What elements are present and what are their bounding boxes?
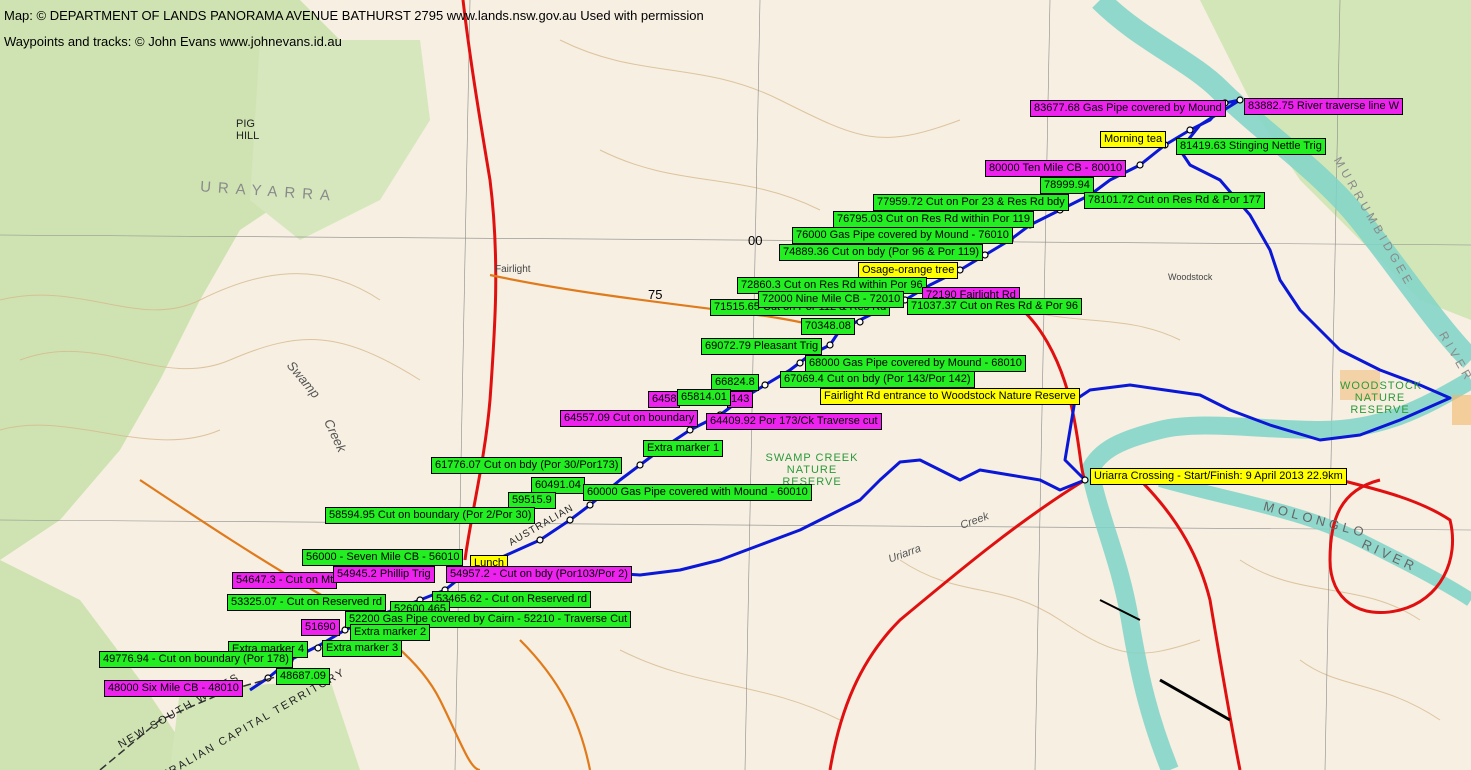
waypoint-83677[interactable]: 83677.68 Gas Pipe covered by Mound (1030, 100, 1226, 117)
waypoint-fairlight-entrance[interactable]: Fairlight Rd entrance to Woodstock Natur… (820, 388, 1080, 405)
waypoint-51690[interactable]: 51690 (301, 619, 340, 636)
waypoint-77959[interactable]: 77959.72 Cut on Por 23 & Res Rd bdy (873, 194, 1069, 211)
waypoint-74889[interactable]: 74889.36 Cut on bdy (Por 96 & Por 119) (779, 244, 984, 261)
waypoint-69072[interactable]: 69072.79 Pleasant Trig (701, 338, 823, 355)
waypoint-80000[interactable]: 80000 Ten Mile CB - 80010 (985, 160, 1127, 177)
waypoint-extra-2[interactable]: Extra marker 2 (350, 624, 431, 641)
waypoint-58594[interactable]: 58594.95 Cut on boundary (Por 2/Por 30) (325, 507, 536, 524)
tracks-credit: Waypoints and tracks: © John Evans www.j… (4, 34, 342, 49)
waypoint-49776[interactable]: 49776.94 - Cut on boundary (Por 178) (99, 651, 293, 668)
waypoint-81419[interactable]: 81419.63 Stinging Nettle Trig (1176, 138, 1326, 155)
waypoint-76795[interactable]: 76795.03 Cut on Res Rd within Por 119 (833, 211, 1035, 228)
waypoint-54957[interactable]: 54957.2 - Cut on bdy (Por103/Por 2) (446, 566, 632, 583)
waypoint-61776[interactable]: 61776.07 Cut on bdy (Por 30/Por173) (431, 457, 623, 474)
waypoint-83882[interactable]: 83882.75 River traverse line W (1244, 98, 1404, 115)
waypoint-64409[interactable]: 64409.92 Por 173/Ck Traverse cut (706, 413, 882, 430)
waypoint-53465[interactable]: 53465.62 - Cut on Reserved rd (432, 591, 592, 608)
waypoint-48000[interactable]: 48000 Six Mile CB - 48010 (104, 680, 243, 697)
grid-label-00: 00 (748, 233, 763, 248)
waypoint-48687[interactable]: 48687.09 (276, 668, 330, 685)
waypoint-76000[interactable]: 76000 Gas Pipe covered by Mound - 76010 (792, 227, 1013, 244)
waypoint-extra-3[interactable]: Extra marker 3 (322, 640, 403, 657)
waypoint-extra-1[interactable]: Extra marker 1 (643, 440, 724, 457)
waypoint-64557[interactable]: 64557.09 Cut on boundary (560, 410, 699, 427)
waypoint-6458[interactable]: 6458 (648, 391, 681, 408)
map-credit: Map: © DEPARTMENT OF LANDS PANORAMA AVEN… (4, 8, 704, 23)
waypoint-start-finish[interactable]: Uriarra Crossing - Start/Finish: 9 April… (1090, 468, 1347, 485)
waypoint-68000[interactable]: 68000 Gas Pipe covered by Mound - 68010 (805, 355, 1026, 372)
topographic-map[interactable]: URAYARRA PIG HILL Swamp Creek Fairlight … (0, 0, 1471, 770)
waypoint-70348[interactable]: 70348.08 (801, 318, 855, 335)
label-fairlight: Fairlight (495, 264, 531, 275)
grid-label-75: 75 (648, 287, 663, 302)
label-swamp-creek-reserve: SWAMP CREEK NATURE RESERVE (765, 452, 859, 488)
label-pig-hill: PIG HILL (236, 118, 260, 142)
label-woodstock-reserve: WOODSTOCK NATURE RESERVE (1340, 380, 1423, 416)
waypoint-54647[interactable]: 54647.3 - Cut on Mt (232, 572, 338, 589)
waypoint-72000[interactable]: 72000 Nine Mile CB - 72010 (758, 291, 905, 308)
waypoint-56000[interactable]: 56000 - Seven Mile CB - 56010 (302, 549, 464, 566)
label-woodstock: Woodstock (1168, 272, 1213, 282)
waypoint-71037[interactable]: 71037.37 Cut on Res Rd & Por 96 (907, 298, 1082, 315)
waypoint-67069[interactable]: 67069.4 Cut on bdy (Por 143/Por 142) (780, 371, 975, 388)
waypoint-morning-tea[interactable]: Morning tea (1100, 131, 1167, 148)
waypoint-54945[interactable]: 54945.2 Phillip Trig (333, 566, 435, 583)
waypoint-65814[interactable]: 65814.01 (677, 389, 731, 406)
waypoint-143[interactable]: 143 (727, 391, 754, 408)
waypoint-53325[interactable]: 53325.07 - Cut on Reserved rd (227, 594, 387, 611)
waypoint-60000[interactable]: 60000 Gas Pipe covered with Mound - 6001… (583, 484, 812, 501)
waypoint-78101[interactable]: 78101.72 Cut on Res Rd & Por 177 (1084, 192, 1266, 209)
